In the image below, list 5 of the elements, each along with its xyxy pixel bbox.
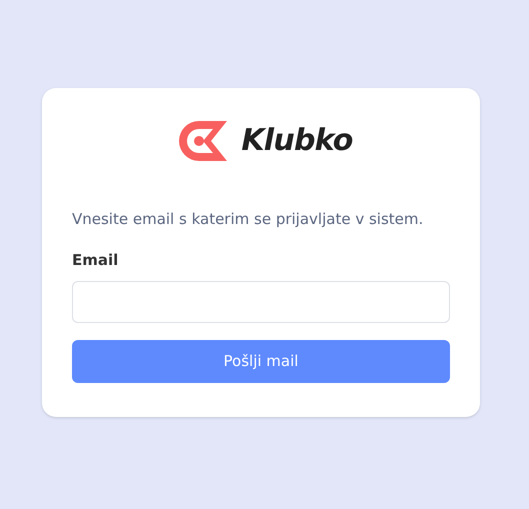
- logo-wordmark: Klubko: [241, 126, 353, 156]
- send-mail-button[interactable]: Pošlji mail: [72, 340, 450, 383]
- email-field[interactable]: [72, 281, 450, 323]
- instruction-text: Vnesite email s katerim se prijavljate v sistem.: [72, 209, 424, 230]
- email-label: Email: [72, 250, 120, 270]
